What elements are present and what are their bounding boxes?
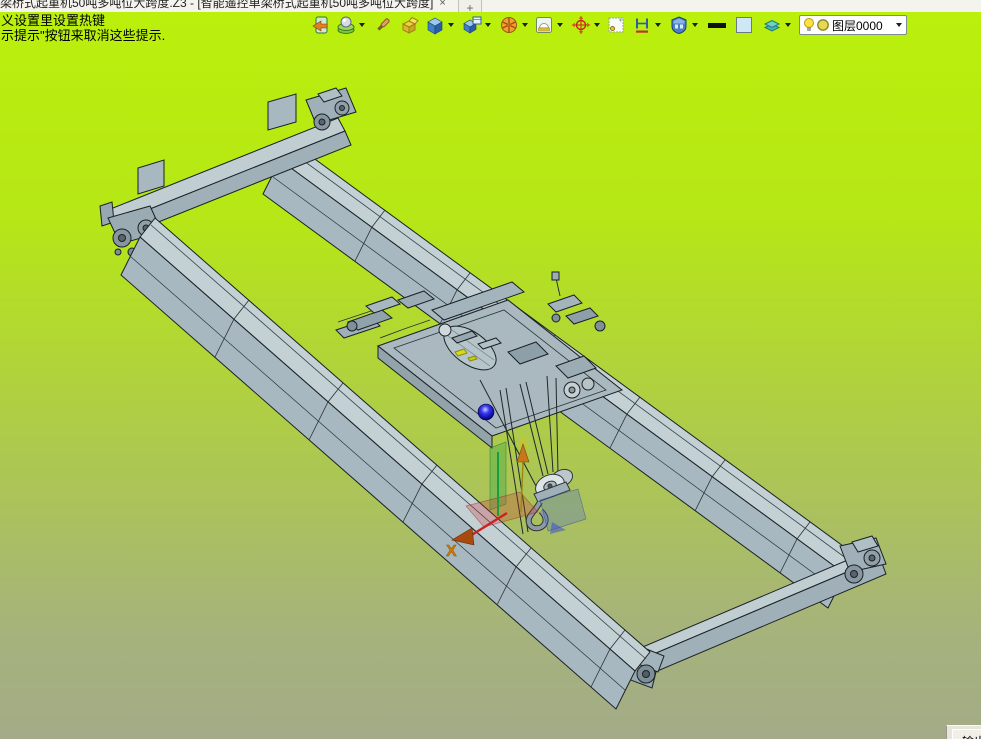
lightbulb-icon — [804, 18, 814, 31]
measure-dropdown[interactable] — [655, 23, 661, 27]
layer-combobox-value: 图层0000 — [832, 18, 883, 33]
cube-icon[interactable] — [425, 15, 445, 35]
output-button[interactable]: 输出 — [952, 729, 981, 739]
marker-sphere[interactable] — [477, 403, 495, 421]
point-icon[interactable] — [606, 15, 626, 35]
hint-line-1: 义设置里设置热键 — [1, 13, 106, 28]
display-frame-icon[interactable] — [534, 15, 554, 35]
color-swatch-icon[interactable] — [734, 15, 754, 35]
hint-line-2: 示提示"按钮来取消这些提示. — [1, 28, 166, 43]
brush-icon[interactable] — [373, 15, 393, 35]
dialog-corner: 输出 — [946, 725, 981, 739]
render-style-icon[interactable] — [336, 15, 356, 35]
badge-icon[interactable] — [669, 15, 689, 35]
layer-combobox-arrow[interactable] — [896, 23, 902, 27]
open-box-icon[interactable] — [399, 15, 419, 35]
girder-near[interactable] — [120, 217, 651, 710]
line-width-icon[interactable] — [706, 15, 728, 35]
measure-icon[interactable] — [632, 15, 652, 35]
triad-x-label: X — [446, 543, 457, 560]
hint-text: 义设置里设置热键 示提示"按钮来取消这些提示. — [1, 13, 165, 43]
layers-dropdown[interactable] — [785, 23, 791, 27]
document-tab[interactable]: 梁桥式起重机50吨多吨位大跨度.Z3 - [智能遥控单梁桥式起重机50吨多吨位大… — [0, 0, 446, 12]
exit-icon[interactable] — [310, 15, 330, 35]
render-style-dropdown[interactable] — [359, 23, 365, 27]
badge-dropdown[interactable] — [692, 23, 698, 27]
layer-color-icon — [817, 19, 829, 31]
document-tab-title: 梁桥式起重机50吨多吨位大跨度.Z3 - [智能遥控单梁桥式起重机50吨多吨位大… — [0, 0, 434, 10]
application-window: X 义设置里设置热键 示提示"按钮来取消这些提示. 梁桥式起重机50吨多吨位大跨… — [0, 0, 981, 739]
cube-window-icon[interactable] — [462, 15, 482, 35]
display-frame-dropdown[interactable] — [557, 23, 563, 27]
tab-bar: 梁桥式起重机50吨多吨位大跨度.Z3 - [智能遥控单梁桥式起重机50吨多吨位大… — [0, 0, 981, 12]
layer-combobox[interactable]: 图层0000 — [799, 15, 907, 35]
wheel-icon[interactable] — [499, 15, 519, 35]
move-target-dropdown[interactable] — [594, 23, 600, 27]
wheel-dropdown[interactable] — [522, 23, 528, 27]
move-target-icon[interactable] — [571, 15, 591, 35]
new-tab-button[interactable]: + — [458, 0, 482, 12]
cube-window-dropdown[interactable] — [485, 23, 491, 27]
model-viewport[interactable]: X — [0, 0, 981, 739]
tab-close-icon[interactable]: × — [439, 0, 445, 11]
quick-toolbar: 图层0000 — [310, 14, 907, 36]
layers-icon[interactable] — [762, 15, 782, 35]
cube-dropdown[interactable] — [448, 23, 454, 27]
